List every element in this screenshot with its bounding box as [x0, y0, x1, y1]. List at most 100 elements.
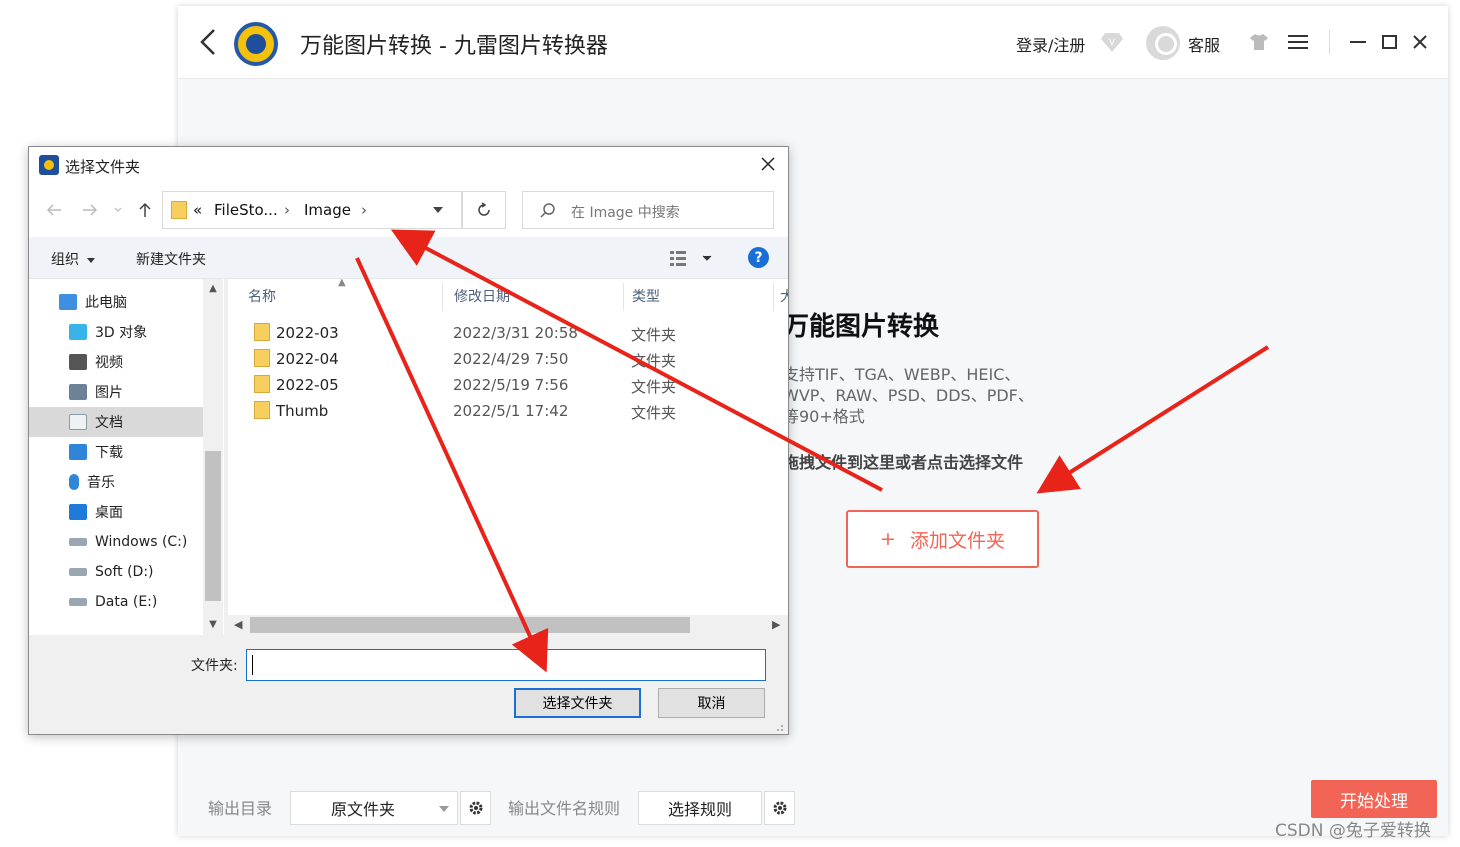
table-row[interactable]: 2022-03 2022/3/31 20:58 文件夹 — [228, 319, 768, 345]
vip-icon[interactable]: V — [1100, 31, 1124, 53]
file-type: 文件夹 — [631, 378, 677, 396]
start-processing-button[interactable]: 开始处理 — [1311, 780, 1437, 818]
file-list-pane: 名称 ▲ 修改日期 类型 大 2022-03 2022/3/31 20:58 文… — [228, 279, 788, 635]
plus-icon: + — [880, 528, 896, 550]
back-arrow-icon[interactable] — [45, 201, 63, 219]
file-name: 2022-04 — [276, 350, 339, 368]
nav-item-label: 桌面 — [95, 505, 123, 521]
computer-icon — [59, 294, 77, 310]
search-input[interactable]: 在 Image 中搜索 — [522, 191, 774, 229]
file-type: 文件夹 — [631, 326, 677, 344]
app-small-icon — [39, 155, 59, 175]
breadcrumb-segment[interactable]: Image — [304, 201, 351, 219]
folder-icon — [171, 201, 187, 219]
scroll-up-icon[interactable]: ▲ — [207, 283, 219, 295]
table-row[interactable]: 2022-04 2022/4/29 7:50 文件夹 — [228, 345, 768, 371]
nav-item-3d-objects[interactable]: 3D 对象 — [29, 317, 203, 347]
help-icon[interactable]: ? — [748, 247, 769, 268]
customer-service-link[interactable]: 客服 — [1188, 32, 1220, 56]
back-arrow-icon[interactable] — [196, 26, 220, 58]
address-history-chevron-icon[interactable] — [433, 207, 443, 213]
column-header-label: 修改日期 — [454, 289, 510, 305]
add-folder-button[interactable]: + 添加文件夹 — [846, 510, 1039, 568]
rule-settings-button[interactable] — [764, 791, 795, 825]
chevron-down-icon — [439, 806, 449, 812]
file-name: Thumb — [276, 402, 329, 420]
up-arrow-icon[interactable] — [136, 201, 154, 219]
select-rule-button[interactable]: 选择规则 — [638, 791, 762, 825]
navigation-pane: 此电脑 3D 对象 视频 图片 文档 下载 音乐 桌面 Windows (C:)… — [29, 279, 224, 635]
drive-icon — [69, 538, 87, 546]
refresh-button[interactable] — [462, 191, 506, 229]
column-header-type[interactable]: 类型 — [612, 279, 772, 313]
output-dir-label: 输出目录 — [208, 799, 273, 818]
filename-rule-label: 输出文件名规则 — [508, 799, 621, 818]
nav-item-drive-e[interactable]: Data (E:) — [29, 587, 203, 617]
scroll-left-icon[interactable]: ◀ — [234, 618, 242, 631]
dialog-titlebar: 选择文件夹 — [29, 147, 788, 183]
output-dir-settings-button[interactable] — [460, 791, 491, 825]
table-row[interactable]: 2022-05 2022/5/19 7:56 文件夹 — [228, 371, 768, 397]
column-header-date[interactable]: 修改日期 — [434, 279, 624, 313]
nav-item-music[interactable]: 音乐 — [29, 467, 203, 497]
nav-item-downloads[interactable]: 下载 — [29, 437, 203, 467]
nav-item-label: 音乐 — [87, 475, 115, 491]
close-icon[interactable] — [1411, 33, 1429, 51]
nav-item-videos[interactable]: 视频 — [29, 347, 203, 377]
organize-menu[interactable]: 组织 — [51, 249, 95, 269]
nav-item-label: 此电脑 — [85, 295, 127, 311]
file-date: 2022/5/19 7:56 — [453, 376, 569, 394]
forward-arrow-icon[interactable] — [81, 201, 99, 219]
new-folder-button[interactable]: 新建文件夹 — [136, 249, 206, 269]
nav-item-desktop[interactable]: 桌面 — [29, 497, 203, 527]
horizontal-scrollbar[interactable]: ◀ ▶ — [228, 615, 788, 635]
refresh-icon — [478, 202, 490, 216]
nav-item-label: 视频 — [95, 355, 123, 371]
organize-label: 组织 — [51, 252, 79, 268]
folder-icon — [254, 349, 270, 367]
drive-icon — [69, 598, 87, 606]
column-header-name[interactable]: 名称 ▲ — [228, 279, 442, 313]
skin-shirt-icon[interactable] — [1249, 33, 1269, 51]
minimize-icon[interactable] — [1349, 33, 1367, 51]
nav-item-drive-d[interactable]: Soft (D:) — [29, 557, 203, 587]
recent-locations-chevron-icon[interactable] — [113, 201, 123, 219]
scrollbar-thumb[interactable] — [250, 617, 690, 633]
select-folder-dialog: 选择文件夹 « FileSto... › Image › 在 Image 中搜索… — [28, 146, 789, 735]
breadcrumb-segment[interactable]: FileSto... — [214, 201, 278, 219]
address-bar[interactable]: « FileSto... › Image › — [162, 191, 462, 229]
gear-icon — [469, 801, 482, 815]
file-name: 2022-03 — [276, 324, 339, 342]
nav-item-drive-c[interactable]: Windows (C:) — [29, 527, 203, 557]
nav-item-pictures[interactable]: 图片 — [29, 377, 203, 407]
table-row[interactable]: Thumb 2022/5/1 17:42 文件夹 — [228, 397, 768, 423]
nav-item-label: Data (E:) — [95, 594, 158, 610]
service-avatar-icon[interactable] — [1146, 26, 1180, 60]
login-register-link[interactable]: 登录/注册 — [1016, 32, 1085, 56]
chevron-right-icon[interactable]: › — [284, 201, 290, 219]
scroll-right-icon[interactable]: ▶ — [772, 618, 780, 631]
file-name: 2022-05 — [276, 376, 339, 394]
folder-name-input[interactable] — [246, 649, 766, 681]
resize-grip-icon[interactable] — [774, 722, 784, 732]
hamburger-menu-icon[interactable] — [1288, 34, 1308, 50]
titlebar-divider — [1329, 30, 1330, 54]
nav-item-label: 图片 — [95, 385, 123, 401]
close-icon[interactable] — [760, 156, 776, 172]
chevron-right-icon[interactable]: › — [361, 201, 367, 219]
maximize-icon[interactable] — [1381, 33, 1399, 51]
nav-item-documents[interactable]: 文档 — [29, 407, 203, 437]
nav-pane-scrollbar[interactable]: ▲ ▼ — [203, 279, 223, 635]
column-header-size[interactable]: 大 — [760, 279, 788, 313]
download-icon — [69, 444, 87, 460]
nav-item-label: Soft (D:) — [95, 564, 154, 580]
nav-item-this-pc[interactable]: 此电脑 — [29, 287, 203, 317]
navigation-bar: « FileSto... › Image › 在 Image 中搜索 — [29, 183, 788, 237]
scrollbar-thumb[interactable] — [205, 451, 221, 601]
cancel-button[interactable]: 取消 — [658, 688, 765, 718]
scroll-down-icon[interactable]: ▼ — [207, 619, 219, 631]
select-folder-button[interactable]: 选择文件夹 — [514, 688, 641, 718]
breadcrumb-overflow[interactable]: « — [193, 201, 202, 219]
output-dir-select[interactable]: 原文件夹 — [290, 791, 458, 825]
view-options-icon[interactable] — [669, 249, 713, 267]
